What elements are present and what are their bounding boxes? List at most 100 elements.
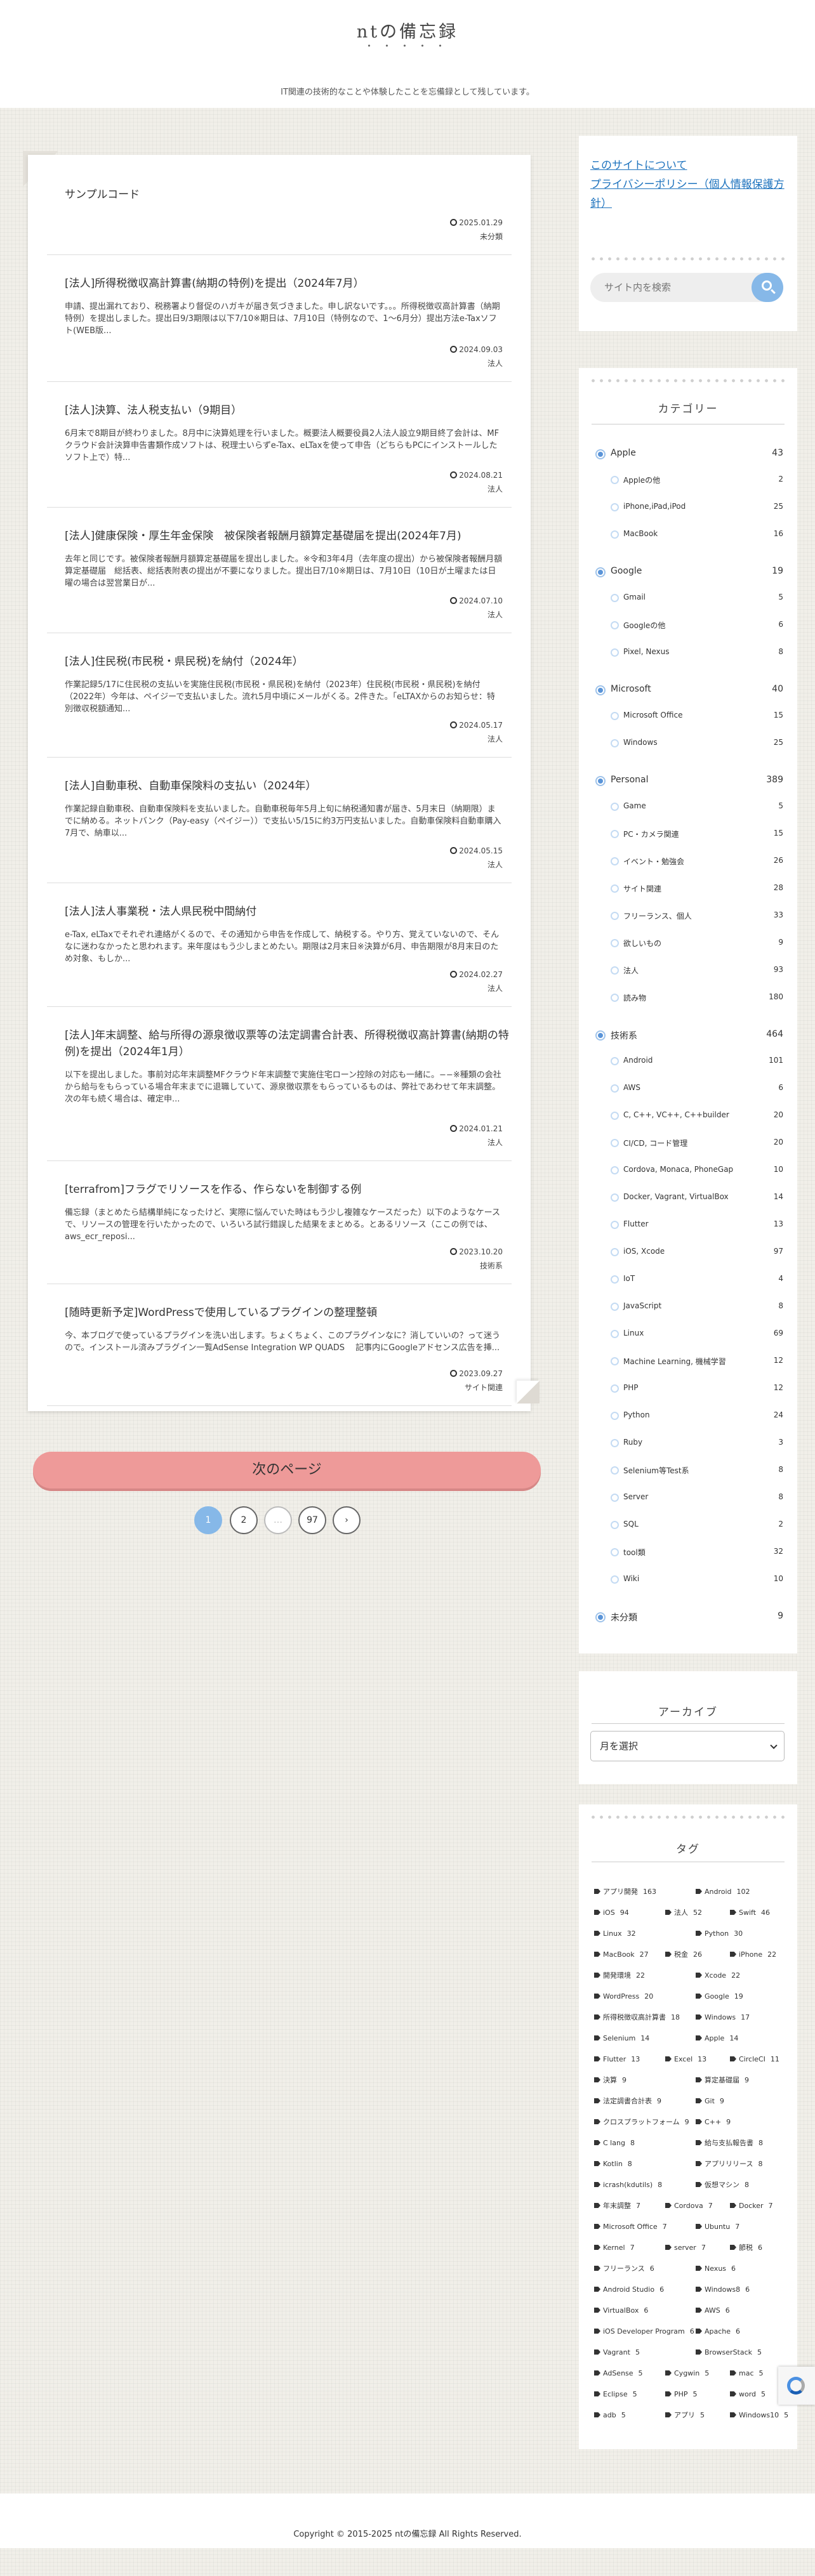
tag-link[interactable]: Python 30 — [696, 1926, 743, 1942]
tag-link[interactable]: 決算 9 — [594, 2073, 626, 2088]
page-number[interactable]: … — [264, 1506, 292, 1534]
category-item[interactable]: Machine Learning, 機械学習 12 — [611, 1355, 783, 1374]
category-item[interactable]: イベント・勉強会 26 — [611, 855, 783, 874]
post-title[interactable]: [随時更新予定]WordPressで使用しているプラグインの整理整頓 — [65, 1304, 509, 1321]
tag-link[interactable]: Selenium 14 — [594, 2031, 649, 2046]
tag-link[interactable]: アプリ 5 — [665, 2408, 705, 2423]
post-item[interactable]: [法人]自動車税、自動車保険料の支払い（2024年） 作業記録自動車税、自動車保険… — [47, 759, 512, 883]
category-item[interactable]: 欲しいもの 9 — [611, 937, 783, 956]
privacy-policy-link[interactable]: プライバシーポリシー（個人情報保護方針） — [590, 178, 785, 210]
category-item[interactable]: Googleの他 6 — [611, 619, 783, 638]
tag-link[interactable]: C++ 9 — [696, 2115, 731, 2130]
next-page-arrow[interactable]: › — [333, 1506, 361, 1534]
page-number[interactable]: 97 — [298, 1506, 326, 1534]
post-title[interactable]: [法人]決算、法人税支払い（9期目） — [65, 402, 509, 419]
tag-link[interactable]: AWS 6 — [696, 2303, 730, 2318]
category-item[interactable]: iPhone,iPad,iPod 25 — [611, 501, 783, 520]
post-title[interactable]: [法人]年末調整、給与所得の源泉徴収票等の法定調書合計表、所得税徴収高計算書(納… — [65, 1027, 509, 1060]
tag-link[interactable]: Flutter 13 — [594, 2052, 640, 2067]
tag-link[interactable]: Cygwin 5 — [665, 2366, 709, 2381]
post-item[interactable]: [法人]法人事業税・法人県民税中間納付 e-Tax, eLTaxでそれぞれ連絡がく… — [47, 884, 512, 1007]
category-item[interactable]: Wiki 10 — [611, 1574, 783, 1593]
post-item[interactable]: [法人]住民税(市民税・県民税)を納付（2024年） 作業記録5/17に住民税の支… — [47, 634, 512, 758]
category-item[interactable]: Android 101 — [611, 1055, 783, 1074]
tag-link[interactable]: アプリ開発 163 — [594, 1884, 656, 1900]
post-item[interactable]: [法人]年末調整、給与所得の源泉徴収票等の法定調書合計表、所得税徴収高計算書(納… — [47, 1008, 512, 1161]
tag-link[interactable]: AdSense 5 — [594, 2366, 643, 2381]
tag-link[interactable]: Xcode 22 — [696, 1968, 740, 1983]
tag-link[interactable]: Nexus 6 — [696, 2261, 736, 2277]
about-link[interactable]: このサイトについて — [590, 159, 687, 172]
category-item[interactable]: Game 5 — [611, 801, 783, 820]
category-item[interactable]: Google 19 — [595, 565, 783, 584]
category-item[interactable]: Server 8 — [611, 1492, 783, 1511]
post-title[interactable]: [法人]法人事業税・法人県民税中間納付 — [65, 904, 509, 920]
tag-link[interactable]: mac 5 — [730, 2366, 764, 2381]
tag-link[interactable]: Android 102 — [696, 1884, 750, 1900]
category-item[interactable]: SQL 2 — [611, 1519, 783, 1538]
post-item[interactable]: [法人]所得税徴収高計算書(納期の特例)を提出（2024年7月） 申請、提出漏れて… — [47, 256, 512, 382]
search-button[interactable] — [752, 273, 783, 302]
category-item[interactable]: PC・カメラ関連 15 — [611, 828, 783, 847]
recaptcha-badge[interactable] — [778, 2367, 815, 2405]
tag-link[interactable]: Git 9 — [696, 2094, 724, 2109]
tag-link[interactable]: C lang 8 — [594, 2136, 635, 2151]
tag-link[interactable]: Apple 14 — [696, 2031, 738, 2046]
tag-link[interactable]: word 5 — [730, 2387, 765, 2402]
category-item[interactable]: tool類 32 — [611, 1546, 783, 1565]
page-number[interactable]: 2 — [230, 1506, 258, 1534]
category-item[interactable]: 読み物 180 — [611, 992, 783, 1011]
category-item[interactable]: Microsoft Office 15 — [611, 710, 783, 729]
post-item[interactable]: サンプルコード 2025.01.29 未分類 — [47, 168, 512, 255]
tag-link[interactable]: 算定基礎届 9 — [696, 2073, 749, 2088]
tag-link[interactable]: Kernel 7 — [594, 2240, 635, 2256]
tag-link[interactable]: 所得税徴収高計算書 18 — [594, 2010, 680, 2025]
tag-link[interactable]: PHP 5 — [665, 2387, 698, 2402]
tag-link[interactable]: iPhone 22 — [730, 1947, 776, 1962]
category-item[interactable]: 法人 93 — [611, 964, 783, 983]
tag-link[interactable]: BrowserStack 5 — [696, 2345, 762, 2360]
category-item[interactable]: サイト関連 28 — [611, 883, 783, 902]
tag-link[interactable]: 給与支払報告書 8 — [696, 2136, 763, 2151]
tag-link[interactable]: iOS Developer Program 6 — [594, 2324, 694, 2339]
post-title[interactable]: [法人]所得税徴収高計算書(納期の特例)を提出（2024年7月） — [65, 275, 509, 292]
post-title[interactable]: [法人]健康保険・厚生年金保険 被保険者報酬月額算定基礎届を提出(2024年7月… — [65, 528, 509, 544]
post-item[interactable]: [法人]健康保険・厚生年金保険 被保険者報酬月額算定基礎届を提出(2024年7月… — [47, 509, 512, 633]
month-select[interactable]: 月を選択 — [590, 1731, 785, 1761]
tag-link[interactable]: 節税 6 — [730, 2240, 762, 2256]
tag-link[interactable]: server 7 — [665, 2240, 706, 2256]
post-title[interactable]: サンプルコード — [65, 187, 509, 203]
category-item[interactable]: Python 24 — [611, 1410, 783, 1429]
category-item[interactable]: AWS 6 — [611, 1082, 783, 1101]
tag-link[interactable]: icrash(kdutils) 8 — [594, 2178, 662, 2193]
tag-link[interactable]: Apache 6 — [696, 2324, 740, 2339]
post-item[interactable]: [随時更新予定]WordPressで使用しているプラグインの整理整頓 今、本ブログ… — [47, 1285, 512, 1406]
tag-link[interactable]: アプリリリース 8 — [696, 2157, 762, 2172]
tag-link[interactable]: 税金 26 — [665, 1947, 702, 1962]
category-item[interactable]: Linux 69 — [611, 1328, 783, 1347]
category-item[interactable]: Docker, Vagrant, VirtualBox 14 — [611, 1192, 783, 1211]
tag-link[interactable]: CircleCI 11 — [730, 2052, 779, 2067]
category-item[interactable]: Ruby 3 — [611, 1437, 783, 1456]
category-item[interactable]: Microsoft 40 — [595, 683, 783, 702]
category-item[interactable]: Pixel, Nexus 8 — [611, 647, 783, 666]
category-item[interactable]: PHP 12 — [611, 1383, 783, 1402]
category-item[interactable]: 技術系 464 — [595, 1028, 783, 1047]
post-item[interactable]: [terrafrom]フラグでリソースを作る、作らないを制御する例 備忘録（まとめ… — [47, 1162, 512, 1284]
category-item[interactable]: Flutter 13 — [611, 1219, 783, 1238]
category-item[interactable]: 未分類 9 — [595, 1610, 783, 1629]
page-number[interactable]: 1 — [194, 1506, 222, 1534]
post-item[interactable]: [法人]決算、法人税支払い（9期目） 6月末で8期目が終わりました。8月中に決算処… — [47, 383, 512, 508]
category-item[interactable]: C, C++, VC++, C++builder 20 — [611, 1110, 783, 1129]
tag-link[interactable]: Swift 46 — [730, 1905, 770, 1921]
category-item[interactable]: CI/CD, コード管理 20 — [611, 1137, 783, 1156]
category-item[interactable]: MacBook 16 — [611, 529, 783, 548]
tag-link[interactable]: Excel 13 — [665, 2052, 706, 2067]
tag-link[interactable]: Windows 17 — [696, 2010, 750, 2025]
post-title[interactable]: [法人]自動車税、自動車保険料の支払い（2024年） — [65, 778, 509, 794]
post-title[interactable]: [法人]住民税(市民税・県民税)を納付（2024年） — [65, 654, 509, 670]
category-item[interactable]: Cordova, Monaca, PhoneGap 10 — [611, 1164, 783, 1183]
tag-link[interactable]: adb 5 — [594, 2408, 626, 2423]
category-item[interactable]: IoT 4 — [611, 1273, 783, 1292]
search-input[interactable] — [590, 273, 774, 302]
